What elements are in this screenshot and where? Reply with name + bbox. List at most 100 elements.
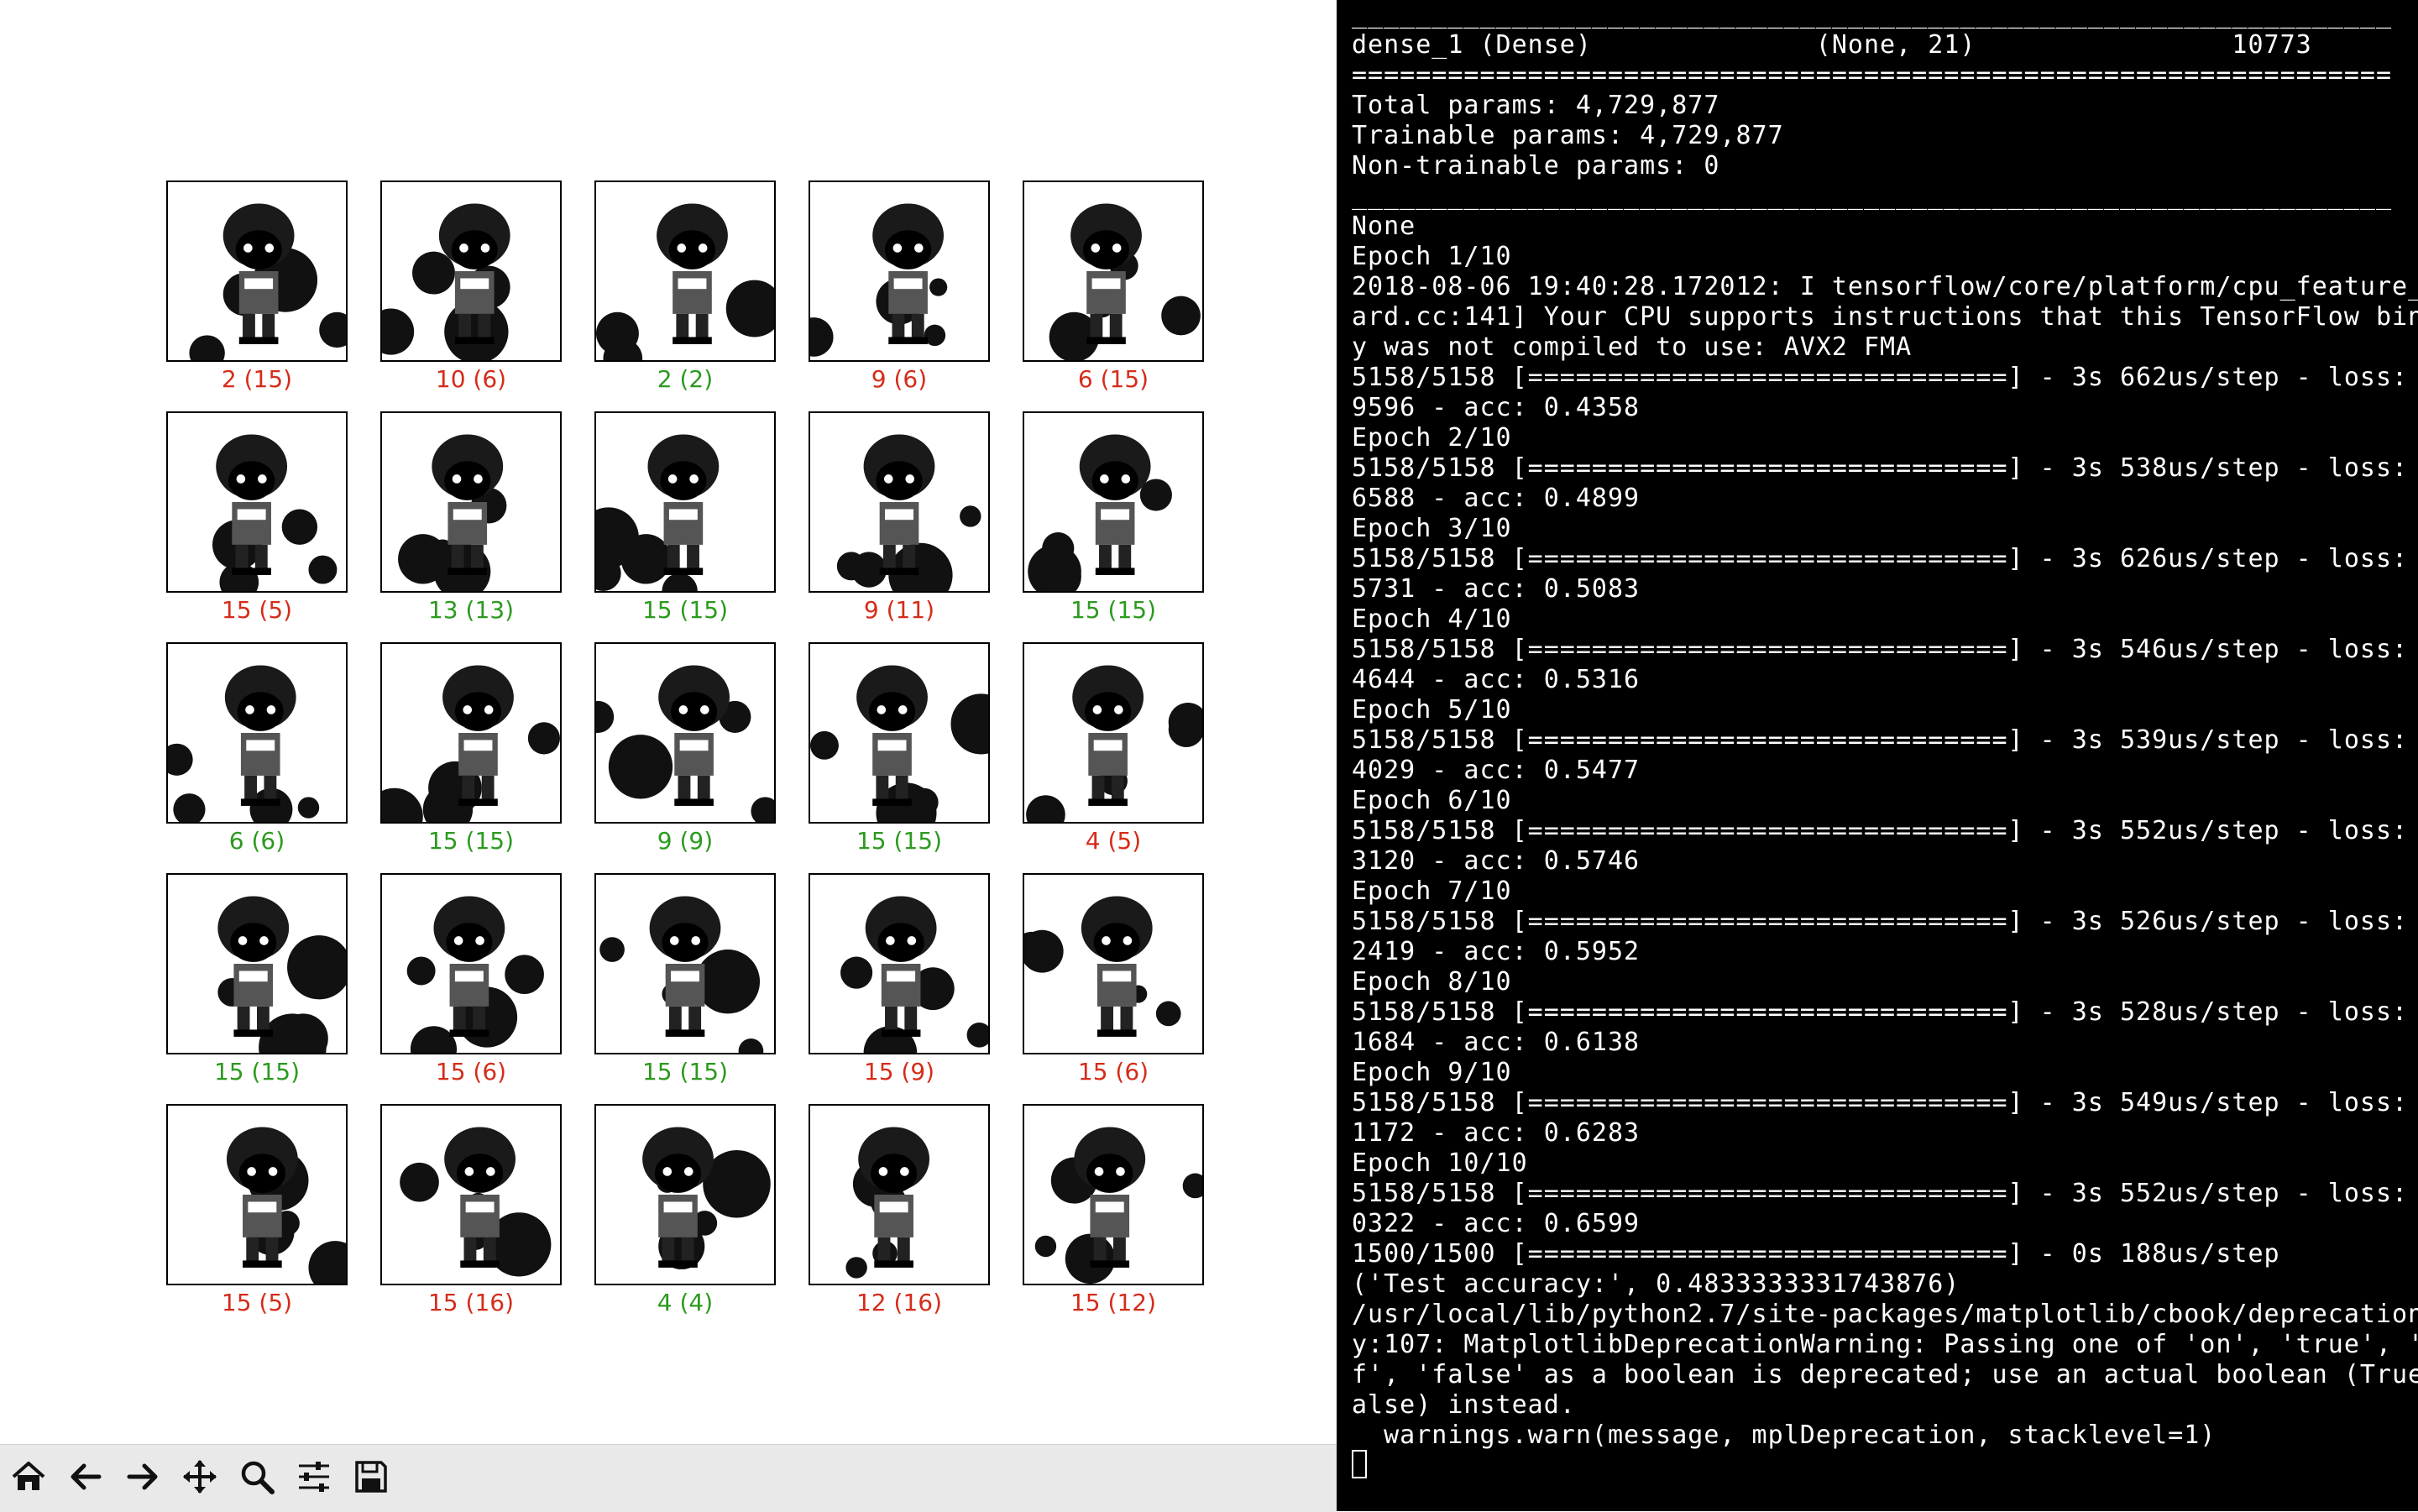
- back-button[interactable]: [60, 1452, 111, 1502]
- terminal-line: 1500/1500 [=============================…: [1352, 1239, 2280, 1269]
- sample-image: [166, 411, 348, 593]
- terminal-line: 5158/5158 [=============================…: [1352, 907, 2418, 936]
- subplot-cell: 6 (15): [1023, 180, 1204, 394]
- subplot-cell: 15 (15): [166, 873, 348, 1086]
- subplot-cell: 15 (15): [809, 642, 990, 855]
- subplot-cell: 13 (13): [380, 411, 562, 625]
- prediction-label: 15 (15): [856, 827, 942, 855]
- terminal-output: ________________________________________…: [1352, 0, 2418, 1451]
- terminal-line: 5158/5158 [=============================…: [1352, 544, 2418, 573]
- home-button[interactable]: [3, 1452, 54, 1502]
- terminal-line: 5158/5158 [=============================…: [1352, 453, 2418, 483]
- prediction-label: 9 (11): [863, 596, 935, 624]
- terminal-line: Trainable params: 4,729,877: [1352, 121, 1784, 150]
- prediction-label: 15 (5): [221, 596, 293, 624]
- terminal-line: 5158/5158 [=============================…: [1352, 725, 2418, 755]
- terminal-line: 4644 - acc: 0.5316: [1352, 665, 1641, 694]
- arrow-left-icon: [71, 1463, 102, 1490]
- sample-image: [380, 873, 562, 1054]
- terminal-line: 6588 - acc: 0.4899: [1352, 484, 1641, 513]
- sample-image: [166, 642, 348, 824]
- terminal-line: Epoch 3/10: [1352, 514, 1512, 543]
- sample-image: [166, 873, 348, 1054]
- terminal-line: 5158/5158 [=============================…: [1352, 816, 2418, 845]
- prediction-label: 15 (15): [1070, 596, 1156, 624]
- prediction-label: 4 (5): [1085, 827, 1142, 855]
- prediction-label: 4 (4): [657, 1289, 714, 1316]
- sample-image: [1023, 873, 1204, 1054]
- terminal-line: ________________________________________…: [1352, 181, 2392, 211]
- terminal-line: Total params: 4,729,877: [1352, 91, 1720, 120]
- terminal-line: 5158/5158 [=============================…: [1352, 363, 2418, 392]
- sample-image: [594, 642, 776, 824]
- sample-image: [1023, 180, 1204, 362]
- prediction-label: 15 (6): [435, 1058, 507, 1086]
- terminal-line: 1684 - acc: 0.6138: [1352, 1028, 1641, 1057]
- move-icon: [183, 1460, 217, 1494]
- terminal-line: 5158/5158 [=============================…: [1352, 635, 2418, 664]
- subplot-cell: 4 (5): [1023, 642, 1204, 855]
- terminal-line: None: [1352, 212, 1416, 241]
- subplot-cell: 15 (6): [380, 873, 562, 1086]
- prediction-label: 15 (15): [427, 827, 514, 855]
- subplot-cell: 15 (9): [809, 873, 990, 1086]
- terminal-cursor: [1352, 1450, 1367, 1478]
- terminal-line: 2419 - acc: 0.5952: [1352, 937, 1641, 966]
- pan-button[interactable]: [175, 1452, 225, 1502]
- prediction-label: 15 (5): [221, 1289, 293, 1316]
- forward-button[interactable]: [118, 1452, 168, 1502]
- magnifier-icon: [241, 1461, 275, 1494]
- sample-image: [594, 180, 776, 362]
- subplot-cell: 15 (15): [380, 642, 562, 855]
- terminal-line: /usr/local/lib/python2.7/site-packages/m…: [1352, 1300, 2418, 1329]
- prediction-label: 10 (6): [435, 365, 507, 393]
- terminal-line: 1172 - acc: 0.6283: [1352, 1118, 1641, 1148]
- terminal-line: alse) instead.: [1352, 1390, 1576, 1420]
- floppy-disk-icon: [355, 1461, 387, 1493]
- terminal-line: Non-trainable params: 0: [1352, 151, 1720, 180]
- sample-image: [380, 411, 562, 593]
- sample-image: [809, 411, 990, 593]
- subplot-cell: 2 (2): [594, 180, 776, 394]
- terminal-line: Epoch 4/10: [1352, 604, 1512, 634]
- subplot-cell: 15 (5): [166, 411, 348, 625]
- sample-image: [380, 642, 562, 824]
- prediction-label: 6 (15): [1077, 365, 1149, 393]
- terminal-line: ('Test accuracy:', 0.4833333331743876): [1352, 1269, 1960, 1299]
- terminal-line: 9596 - acc: 0.4358: [1352, 393, 1641, 422]
- home-icon: [12, 1462, 45, 1490]
- subplot-cell: 12 (16): [809, 1104, 990, 1317]
- arrow-right-icon: [127, 1463, 158, 1490]
- terminal-window[interactable]: ________________________________________…: [1337, 0, 2418, 1511]
- subplot-cell: 15 (6): [1023, 873, 1204, 1086]
- terminal-line: 5158/5158 [=============================…: [1352, 997, 2418, 1027]
- subplot-cell: 15 (16): [380, 1104, 562, 1317]
- subplot-cell: 15 (15): [594, 873, 776, 1086]
- terminal-line: Epoch 10/10: [1352, 1148, 1528, 1178]
- subplot-cell: 9 (9): [594, 642, 776, 855]
- prediction-label: 12 (16): [856, 1289, 942, 1316]
- figure-window: 2 (15) 10 (6) 2 (2) 9 (6) 6 (15) 15 (5) 13 (13…: [0, 0, 1337, 1512]
- sample-image: [1023, 1104, 1204, 1285]
- sample-image: [809, 180, 990, 362]
- terminal-line: Epoch 9/10: [1352, 1058, 1512, 1087]
- subplot-cell: 9 (11): [809, 411, 990, 625]
- subplot-cell: 9 (6): [809, 180, 990, 394]
- terminal-line: Epoch 5/10: [1352, 695, 1512, 725]
- terminal-line: ========================================…: [1352, 60, 2392, 90]
- terminal-line: warnings.warn(message, mplDeprecation, s…: [1352, 1420, 2216, 1450]
- zoom-button[interactable]: [232, 1452, 282, 1502]
- configure-subplots-button[interactable]: [289, 1452, 339, 1502]
- subplot-grid: 2 (15) 10 (6) 2 (2) 9 (6) 6 (15) 15 (5) 13 (13…: [0, 0, 1337, 1444]
- sample-image: [1023, 642, 1204, 824]
- save-button[interactable]: [346, 1452, 396, 1502]
- terminal-line: 4029 - acc: 0.5477: [1352, 756, 1641, 785]
- subplot-cell: 15 (12): [1023, 1104, 1204, 1317]
- terminal-line: 5731 - acc: 0.5083: [1352, 574, 1641, 604]
- terminal-line: Epoch 6/10: [1352, 786, 1512, 815]
- subplot-cell: 10 (6): [380, 180, 562, 394]
- subplot-cell: 2 (15): [166, 180, 348, 394]
- sample-image: [166, 180, 348, 362]
- subplot-cell: 15 (15): [594, 411, 776, 625]
- prediction-label: 9 (6): [871, 365, 928, 393]
